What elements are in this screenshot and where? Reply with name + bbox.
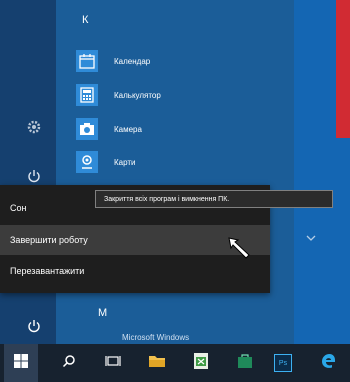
calculator-icon [76,84,98,106]
store-button[interactable] [228,344,262,382]
taskbar: Ps [0,344,350,382]
mouse-cursor-icon [227,236,253,265]
app-item-calculator[interactable]: Калькулятор [76,82,161,108]
search-icon [62,354,76,373]
photoshop-icon: Ps [274,354,292,372]
power-icon[interactable] [24,316,44,336]
tooltip: Закриття всіх програм і вимкнення ПК. [95,190,333,208]
app-item-maps[interactable]: Карти [76,149,136,175]
start-icon [13,353,29,374]
task-view-button[interactable] [96,344,130,382]
group-letter-m[interactable]: М [98,307,107,319]
maps-icon [76,151,98,173]
app-label: Камера [114,124,142,134]
camera-icon [76,118,98,140]
file-explorer-icon [148,354,166,373]
file-explorer-button[interactable] [140,344,174,382]
photoshop-label: Ps [278,359,288,367]
app-item-camera[interactable]: Камера [76,116,142,142]
store-icon [237,353,253,374]
settings-icon[interactable] [24,117,44,137]
app-label: Календар [114,56,151,66]
edge-button[interactable] [312,344,346,382]
power-icon[interactable] [24,166,44,186]
app-item-calendar[interactable]: Календар [76,48,150,74]
edge-icon [321,353,337,374]
app-label: Калькулятор [114,90,161,100]
app-item-partial[interactable]: Microsoft Windows [122,333,189,342]
excel-button[interactable] [184,344,218,382]
calendar-icon [76,50,98,72]
live-tile[interactable] [336,0,350,138]
excel-icon [193,352,209,375]
chevron-down-icon [305,232,317,244]
photoshop-button[interactable]: Ps [266,344,300,382]
start-button[interactable] [4,344,38,382]
task-view-icon [105,354,121,373]
app-label: Карти [114,157,136,167]
search-button[interactable] [52,344,86,382]
group-letter-k[interactable]: К [82,14,88,26]
